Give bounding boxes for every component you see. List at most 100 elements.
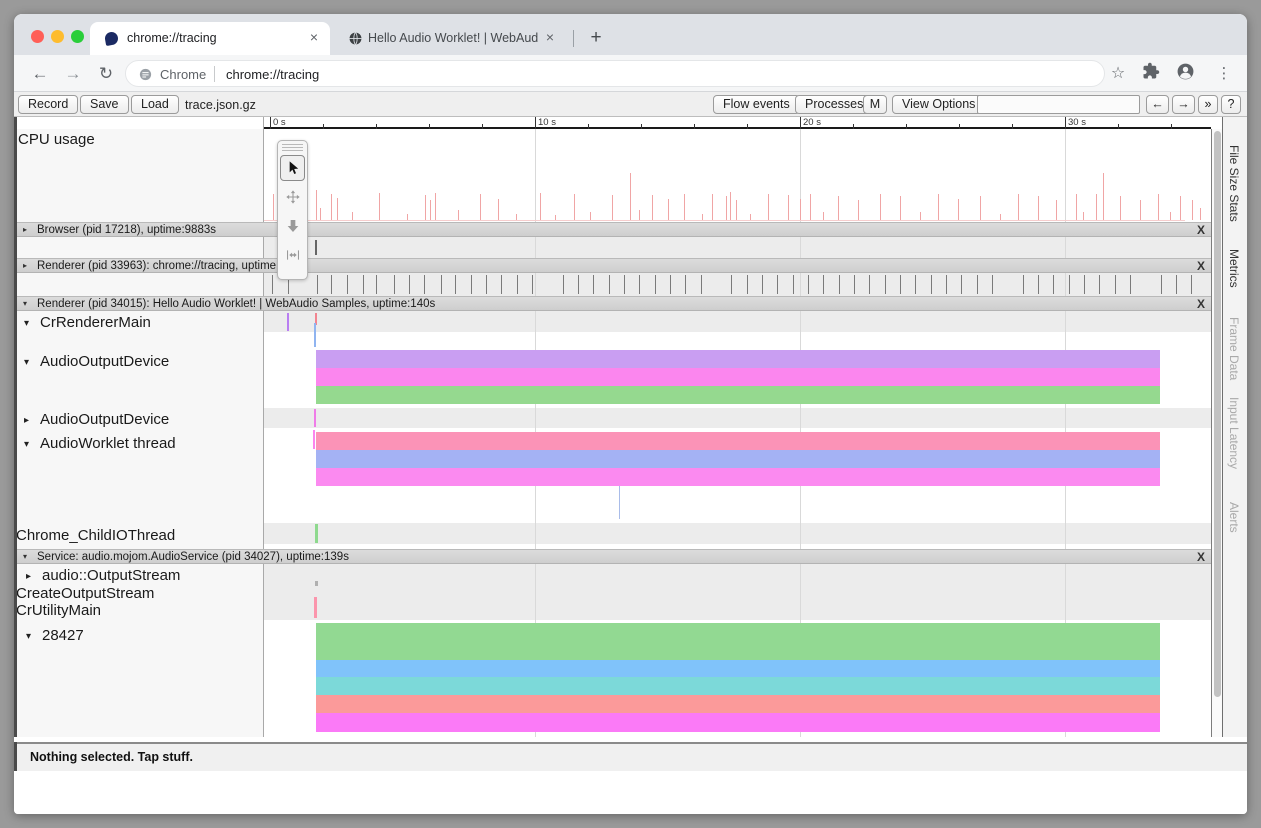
collapse-arrow-icon[interactable]: ▸ <box>26 571 42 582</box>
event-tick[interactable] <box>915 275 916 294</box>
event-tick[interactable] <box>747 275 748 294</box>
event-mark[interactable] <box>314 323 316 347</box>
event-tick[interactable] <box>1038 275 1039 294</box>
event-tick[interactable] <box>331 275 332 294</box>
event-tick[interactable] <box>900 275 901 294</box>
event-tick[interactable] <box>961 275 962 294</box>
event-tick[interactable] <box>639 275 640 294</box>
event-tick[interactable] <box>793 275 794 294</box>
thread-createoutputstream[interactable]: CreateOutputStream <box>16 585 154 602</box>
event-tick[interactable] <box>347 275 348 294</box>
event-tick[interactable] <box>685 275 686 294</box>
timing-tool-button[interactable] <box>280 243 305 269</box>
trace-slice-bar[interactable] <box>316 677 1160 695</box>
collapse-arrow-icon[interactable]: ▾ <box>24 318 40 329</box>
event-tick[interactable] <box>655 275 656 294</box>
thread-crutilitymain[interactable]: CrUtilityMain <box>16 602 101 619</box>
event-mark[interactable] <box>313 430 315 449</box>
event-tick[interactable] <box>409 275 410 294</box>
event-tick[interactable] <box>424 275 425 294</box>
event-tick[interactable] <box>823 275 824 294</box>
collapse-arrow-icon[interactable]: ▸ <box>23 225 27 234</box>
close-track-icon[interactable]: X <box>1197 259 1205 273</box>
event-tick[interactable] <box>992 275 993 294</box>
event-mark[interactable] <box>287 313 289 331</box>
process-header-renderer-audio[interactable]: ▾ Renderer (pid 34015): Hello Audio Work… <box>17 296 1211 311</box>
time-ruler[interactable]: 0 s10 s20 s30 s <box>264 117 1211 129</box>
tab-metrics[interactable]: Metrics <box>1227 249 1241 288</box>
close-track-icon[interactable]: X <box>1197 550 1205 564</box>
trace-slice-bar[interactable] <box>316 368 1160 386</box>
event-tick[interactable] <box>455 275 456 294</box>
event-tick[interactable] <box>977 275 978 294</box>
thread-28427[interactable]: ▾28427 <box>26 627 84 644</box>
event-tick[interactable] <box>931 275 932 294</box>
pan-tool-button[interactable] <box>280 185 305 211</box>
event-mark[interactable] <box>314 409 316 427</box>
thread-chrome-childiothread[interactable]: Chrome_ChildIOThread <box>16 527 175 544</box>
event-tick[interactable] <box>1191 275 1192 294</box>
event-tick[interactable] <box>486 275 487 294</box>
event-mark[interactable] <box>315 240 317 255</box>
thread-crrenderermain[interactable]: ▾CrRendererMain <box>24 314 151 331</box>
event-mark[interactable] <box>619 486 620 519</box>
palette-grip-handle[interactable] <box>282 144 303 153</box>
event-tick[interactable] <box>762 275 763 294</box>
event-tick[interactable] <box>1084 275 1085 294</box>
event-tick[interactable] <box>441 275 442 294</box>
event-tick[interactable] <box>517 275 518 294</box>
event-tick[interactable] <box>777 275 778 294</box>
event-tick[interactable] <box>609 275 610 294</box>
trace-slice-bar[interactable] <box>316 695 1160 713</box>
event-tick[interactable] <box>624 275 625 294</box>
event-tick[interactable] <box>854 275 855 294</box>
process-header-browser[interactable]: ▸ Browser (pid 17218), uptime:9883s X <box>17 222 1211 237</box>
event-tick[interactable] <box>471 275 472 294</box>
event-tick[interactable] <box>501 275 502 294</box>
event-tick[interactable] <box>1130 275 1131 294</box>
event-mark[interactable] <box>315 524 318 543</box>
process-header-audio-service[interactable]: ▾ Service: audio.mojom.AudioService (pid… <box>17 549 1211 564</box>
trace-slice-bar[interactable] <box>316 432 1160 450</box>
event-tick[interactable] <box>731 275 732 294</box>
event-tick[interactable] <box>593 275 594 294</box>
event-tick[interactable] <box>532 275 533 294</box>
thread-audio-outputstream[interactable]: ▸audio::OutputStream <box>26 567 180 584</box>
event-tick[interactable] <box>563 275 564 294</box>
close-track-icon[interactable]: X <box>1197 223 1205 237</box>
tab-file-size-stats[interactable]: File Size Stats <box>1227 145 1241 222</box>
vertical-scrollbar[interactable] <box>1211 129 1222 737</box>
event-tick[interactable] <box>839 275 840 294</box>
event-tick[interactable] <box>670 275 671 294</box>
event-tick[interactable] <box>1161 275 1162 294</box>
event-tick[interactable] <box>701 275 702 294</box>
collapse-arrow-icon[interactable]: ▸ <box>23 261 27 270</box>
process-header-renderer-tracing[interactable]: ▸ Renderer (pid 33963): chrome://tracing… <box>17 258 1211 273</box>
thread-audiooutputdevice-2[interactable]: ▸AudioOutputDevice <box>24 411 169 428</box>
event-tick[interactable] <box>869 275 870 294</box>
thread-audioworklet[interactable]: ▾AudioWorklet thread <box>24 435 176 452</box>
event-tick[interactable] <box>885 275 886 294</box>
event-tick[interactable] <box>394 275 395 294</box>
select-tool-button[interactable] <box>280 155 305 181</box>
event-tick[interactable] <box>808 275 809 294</box>
event-mark[interactable] <box>315 581 318 586</box>
collapse-arrow-icon[interactable]: ▾ <box>23 299 27 308</box>
trace-slice-bar[interactable] <box>316 623 1160 660</box>
event-tick[interactable] <box>317 275 318 294</box>
event-tick[interactable] <box>578 275 579 294</box>
trace-slice-bar[interactable] <box>316 468 1160 486</box>
event-tick[interactable] <box>363 275 364 294</box>
trace-slice-bar[interactable] <box>316 660 1160 677</box>
panel-divider[interactable] <box>263 117 264 737</box>
trace-slice-bar[interactable] <box>316 386 1160 404</box>
event-tick[interactable] <box>376 275 377 294</box>
event-tick[interactable] <box>1099 275 1100 294</box>
event-tick[interactable] <box>946 275 947 294</box>
event-tick[interactable] <box>1176 275 1177 294</box>
close-track-icon[interactable]: X <box>1197 297 1205 311</box>
event-tick[interactable] <box>1069 275 1070 294</box>
collapse-arrow-icon[interactable]: ▾ <box>24 357 40 368</box>
collapse-arrow-icon[interactable]: ▾ <box>23 552 27 561</box>
event-tick[interactable] <box>272 275 273 294</box>
